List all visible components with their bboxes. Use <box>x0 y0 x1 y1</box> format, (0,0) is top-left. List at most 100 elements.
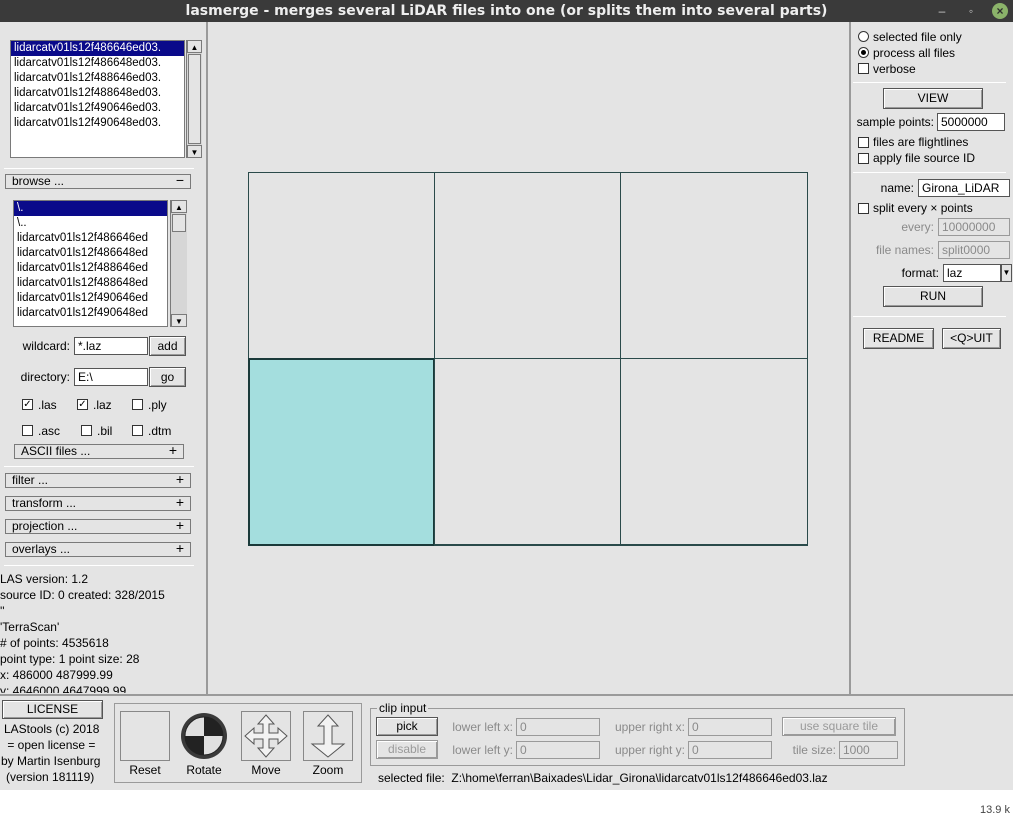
dtm-checkbox[interactable] <box>132 425 143 436</box>
list-item[interactable]: lidarcatv01ls12f488648ed03. <box>11 86 184 101</box>
rotate-icon[interactable] <box>179 711 229 761</box>
info-line: LAS version: 1.2 <box>0 572 89 586</box>
split-label: split every × points <box>873 201 973 215</box>
list-item[interactable]: lidarcatv01ls12f488646ed <box>14 261 167 276</box>
divider <box>4 565 194 566</box>
upper-right-x-input[interactable]: 0 <box>688 718 772 736</box>
divider <box>206 22 208 694</box>
selected-file-only-radio[interactable] <box>858 31 869 42</box>
collapse-icon[interactable]: − <box>176 173 184 187</box>
list-item[interactable]: lidarcatv01ls12f490648ed03. <box>11 116 184 131</box>
list-item[interactable]: lidarcatv01ls12f486648ed <box>14 246 167 261</box>
ascii-label: ASCII files ... <box>21 444 91 458</box>
scroll-down-icon[interactable]: ▼ <box>171 314 187 327</box>
expand-icon[interactable]: + <box>176 472 184 486</box>
tile-grid <box>248 172 808 546</box>
tile[interactable] <box>620 358 808 546</box>
restore-icon[interactable]: ◦ <box>963 3 979 19</box>
sample-points-input[interactable]: 5000000 <box>937 113 1005 131</box>
directory-input[interactable]: E:\ <box>74 368 148 386</box>
laz-checkbox[interactable]: ✓ <box>77 399 88 410</box>
format-label: format: <box>901 266 939 280</box>
ply-checkbox[interactable] <box>132 399 143 410</box>
expand-icon[interactable]: + <box>176 495 184 509</box>
list-item[interactable]: \.. <box>14 216 167 231</box>
process-all-files-radio[interactable] <box>858 47 869 58</box>
zoom-icon[interactable] <box>303 711 353 761</box>
file-source-id-checkbox[interactable] <box>858 153 869 164</box>
pick-button[interactable]: pick <box>376 717 438 736</box>
list-item[interactable]: lidarcatv01ls12f486648ed03. <box>11 56 184 71</box>
scroll-up-icon[interactable]: ▲ <box>187 40 202 53</box>
format-select[interactable]: laz <box>943 264 1001 282</box>
tile-size-input[interactable]: 1000 <box>839 741 898 759</box>
upper-right-y-input[interactable]: 0 <box>688 741 772 759</box>
split-checkbox[interactable] <box>858 203 869 214</box>
close-icon[interactable]: × <box>992 3 1008 19</box>
run-button[interactable]: RUN <box>883 286 983 307</box>
overlays-section-header[interactable]: overlays ... + <box>5 541 191 557</box>
license-button[interactable]: LICENSE <box>2 700 103 719</box>
expand-icon[interactable]: + <box>169 443 177 457</box>
ascii-section-header[interactable]: ASCII files ... + <box>14 443 184 459</box>
las-checkbox[interactable]: ✓ <box>22 399 33 410</box>
verbose-checkbox[interactable] <box>858 63 869 74</box>
reset-label: Reset <box>129 763 161 777</box>
scroll-thumb[interactable] <box>172 214 186 232</box>
flightlines-label: files are flightlines <box>873 135 969 149</box>
verbose-label: verbose <box>873 62 916 76</box>
view-button[interactable]: VIEW <box>883 88 983 109</box>
scroll-thumb[interactable] <box>188 54 201 144</box>
name-label: name: <box>880 181 914 195</box>
file-list-scrollbar[interactable]: ▲ ▼ <box>186 40 202 158</box>
wildcard-input[interactable]: *.laz <box>74 337 148 355</box>
divider <box>0 694 1013 696</box>
tile[interactable] <box>620 172 808 359</box>
list-item[interactable]: lidarcatv01ls12f486646ed <box>14 231 167 246</box>
add-button[interactable]: add <box>149 336 186 356</box>
filter-section-header[interactable]: filter ... + <box>5 472 191 488</box>
quit-button[interactable]: <Q>UIT <box>942 328 1001 349</box>
asc-checkbox[interactable] <box>22 425 33 436</box>
input-file-list[interactable]: lidarcatv01ls12f486646ed03. lidarcatv01l… <box>10 40 185 158</box>
browse-scrollbar[interactable]: ▲ ▼ <box>170 200 187 327</box>
tile[interactable] <box>434 172 621 359</box>
expand-icon[interactable]: + <box>176 518 184 532</box>
lower-left-x-input[interactable]: 0 <box>516 718 600 736</box>
list-item[interactable]: lidarcatv01ls12f490646ed <box>14 291 167 306</box>
projection-section-header[interactable]: projection ... + <box>5 518 191 534</box>
readme-button[interactable]: README <box>863 328 934 349</box>
list-item[interactable]: lidarcatv01ls12f490648ed <box>14 306 167 321</box>
use-square-tile-button[interactable]: use square tile <box>782 717 896 736</box>
list-item[interactable]: lidarcatv01ls12f488646ed03. <box>11 71 184 86</box>
list-item[interactable]: lidarcatv01ls12f486646ed03. <box>11 41 184 56</box>
name-input[interactable]: Girona_LiDAR <box>918 179 1010 197</box>
reset-icon[interactable] <box>120 711 170 761</box>
expand-icon[interactable]: + <box>176 541 184 555</box>
rotate-label: Rotate <box>186 763 222 777</box>
tile-selected[interactable] <box>248 358 435 546</box>
browse-list[interactable]: \. \.. lidarcatv01ls12f486646ed lidarcat… <box>13 200 168 327</box>
dropdown-arrow-icon[interactable]: ▼ <box>1001 264 1012 282</box>
info-line: source ID: 0 created: 328/2015 <box>0 588 165 602</box>
go-button[interactable]: go <box>149 367 186 387</box>
move-icon[interactable] <box>241 711 291 761</box>
flightlines-checkbox[interactable] <box>858 137 869 148</box>
tile[interactable] <box>434 358 621 546</box>
scroll-up-icon[interactable]: ▲ <box>171 200 187 213</box>
every-input[interactable]: 10000000 <box>938 218 1010 236</box>
browse-section-header[interactable]: browse ... − <box>5 173 191 189</box>
upper-right-x-label: upper right x: <box>614 720 685 734</box>
transform-section-header[interactable]: transform ... + <box>5 495 191 511</box>
file-names-label: file names: <box>875 243 934 257</box>
list-item[interactable]: lidarcatv01ls12f488648ed <box>14 276 167 291</box>
lower-left-y-input[interactable]: 0 <box>516 741 600 759</box>
minimize-icon[interactable]: – <box>934 3 950 19</box>
scroll-down-icon[interactable]: ▼ <box>187 145 202 158</box>
disable-button[interactable]: disable <box>376 740 438 759</box>
bil-checkbox[interactable] <box>81 425 92 436</box>
list-item[interactable]: \. <box>14 201 167 216</box>
tile[interactable] <box>248 172 435 359</box>
list-item[interactable]: lidarcatv01ls12f490646ed03. <box>11 101 184 116</box>
file-names-input[interactable]: split0000 <box>938 241 1010 259</box>
